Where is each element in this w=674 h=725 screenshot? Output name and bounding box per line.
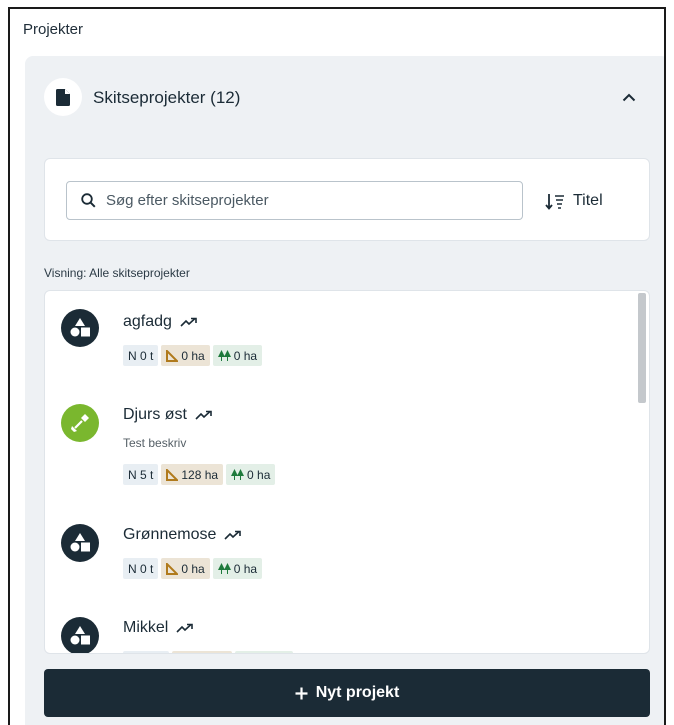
trend-up-icon [176,623,194,633]
forest-badge [235,651,293,653]
set-square-icon [166,562,179,575]
project-name-text: Mikkel [123,619,169,636]
stat-badges: N 0 t 0 ha 0 ha [123,345,263,366]
nitrogen-badge: N 0 t [123,345,159,366]
set-square-icon [166,349,179,362]
trees-icon [231,469,245,480]
nitrogen-badge: N 5 t [123,464,159,485]
project-name: Djurs øst [123,406,213,424]
trend-up-icon [224,530,242,540]
nitrogen-badge: N 0 t [123,558,159,579]
trend-up-icon [180,317,197,327]
shovel-avatar-icon [61,404,99,442]
stat-badges: N 0 t 0 ha 0 ha [123,558,263,579]
project-list[interactable]: agfadg N 0 t 0 ha 0 ha Djurs øst Test be… [44,290,650,654]
section-title: Skitseprojekter (12) [93,88,241,107]
stat-badges: N 5 t 128 ha 0 ha [123,464,276,485]
shapes-avatar-icon [61,309,99,347]
project-name-text: Djurs øst [123,406,187,423]
sketch-projects-section: Skitseprojekter (12) Søg efter skitsepro… [25,56,664,725]
sort-label: Titel [573,192,603,209]
area-badge: 0 ha [161,345,210,366]
search-input[interactable]: Søg efter skitseprojekter [66,181,523,220]
project-name: agfadg [123,313,198,331]
new-project-button[interactable]: Nyt projekt [44,669,650,717]
list-item[interactable]: Djurs øst Test beskriv N 5 t 128 ha 0 ha [45,386,635,506]
search-placeholder: Søg efter skitseprojekter [106,192,269,209]
shapes-avatar-icon [61,524,99,562]
section-header[interactable]: Skitseprojekter (12) [25,56,664,146]
project-name-text: agfadg [123,313,172,330]
project-description: Test beskriv [123,436,187,450]
project-name-text: Grønnemose [123,526,217,543]
trend-up-icon [195,410,212,420]
nitrogen-badge [123,651,169,653]
list-item[interactable]: Mikkel [45,601,635,653]
new-project-label: Nyt projekt [315,684,400,701]
sort-button[interactable]: Titel [545,189,603,213]
file-icon [44,78,82,116]
project-name: Mikkel [123,619,194,637]
trees-icon [217,350,231,361]
forest-badge: 0 ha [212,345,263,366]
sort-descending-icon [545,193,564,210]
shapes-avatar-icon [61,617,99,653]
forest-badge: 0 ha [212,558,263,579]
scrollbar[interactable] [638,293,646,403]
view-label: Visning: Alle skitseprojekter [44,266,190,280]
panel-title: Projekter [23,21,84,38]
trees-icon [217,563,231,574]
list-item[interactable]: Grønnemose N 0 t 0 ha 0 ha [45,506,635,601]
project-name: Grønnemose [123,526,242,544]
chevron-up-icon[interactable] [619,87,639,107]
plus-icon [295,687,308,699]
area-badge: 0 ha [161,558,210,579]
set-square-icon [166,468,179,481]
projects-panel: Projekter Skitseprojekter (12) Søg efter… [8,7,666,725]
search-card: Søg efter skitseprojekter Titel [44,158,650,241]
area-badge [172,651,232,653]
stat-badges [123,651,293,653]
list-item[interactable]: agfadg N 0 t 0 ha 0 ha [45,291,635,386]
area-badge: 128 ha [161,464,224,485]
search-icon [81,193,96,208]
forest-badge: 0 ha [226,464,276,485]
